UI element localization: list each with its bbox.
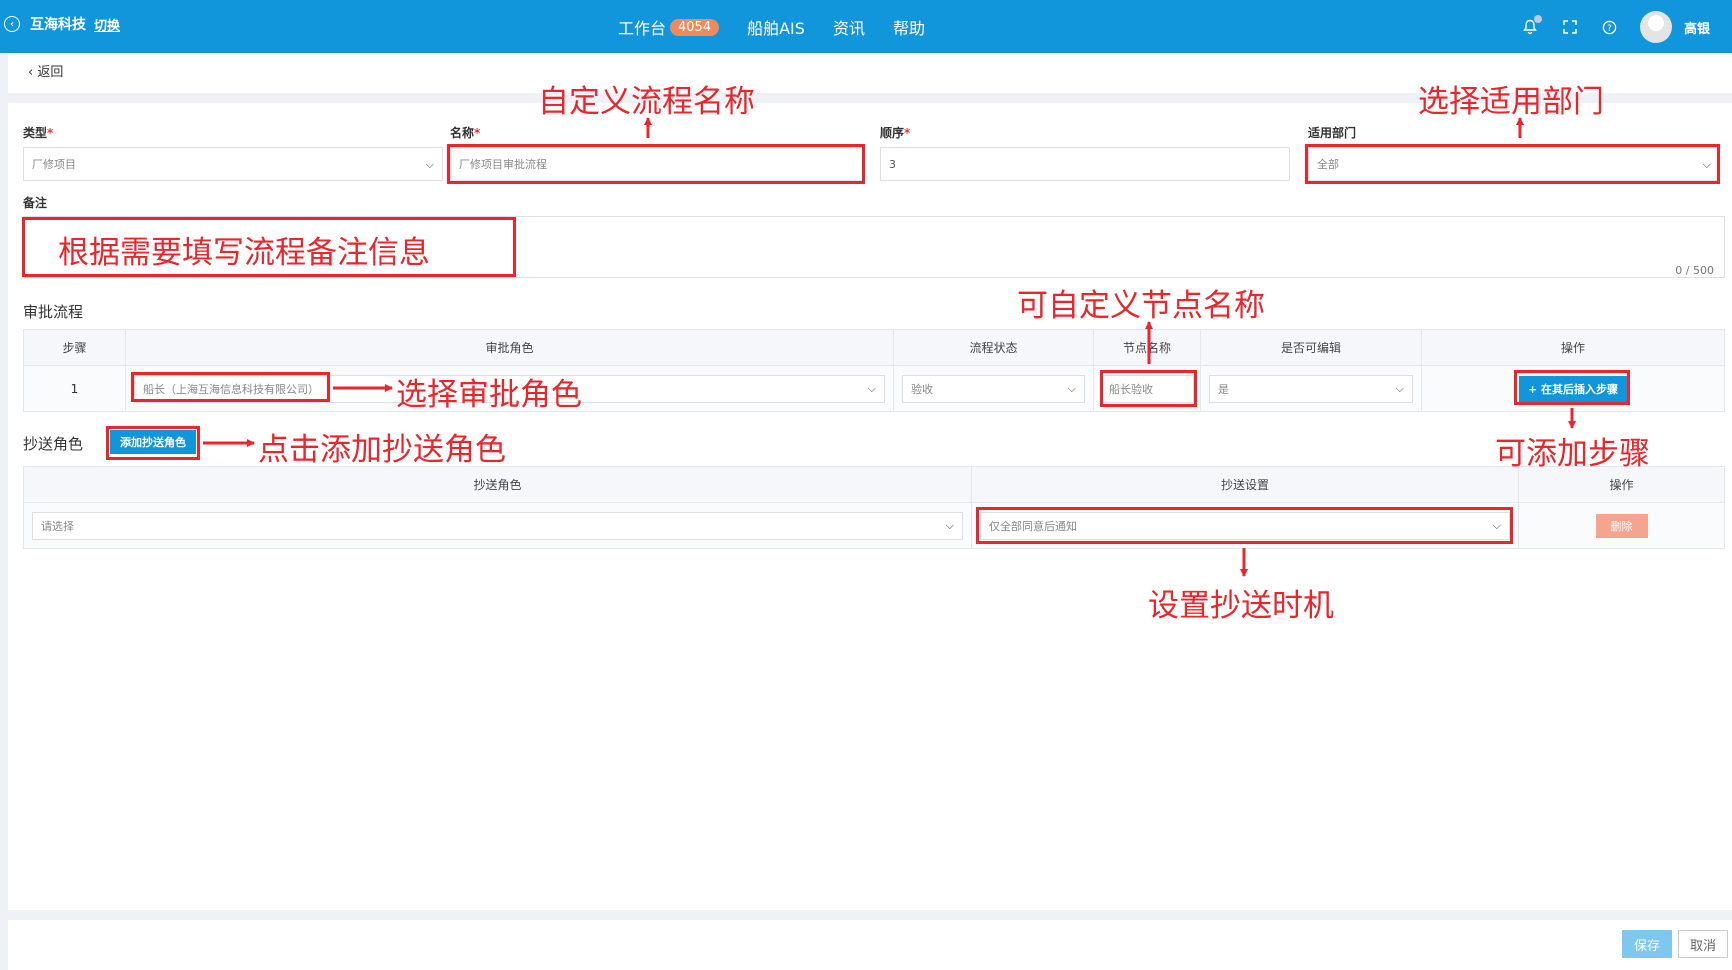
order-value: 3: [889, 157, 896, 171]
annotation-box-node: [1100, 370, 1197, 407]
chevron-down-icon: ⌵: [1395, 381, 1404, 395]
order-label: 顺序*: [880, 126, 911, 140]
annotation-box-cc-setting: [976, 507, 1513, 544]
avatar[interactable]: [1639, 11, 1672, 43]
chevron-down-icon: ⌵: [867, 381, 876, 395]
switch-link[interactable]: 切换: [94, 15, 120, 34]
order-label-text: 顺序: [880, 126, 905, 140]
type-label: 类型*: [23, 126, 54, 140]
cc-role-value: 请选择: [41, 519, 74, 533]
editable-value: 是: [1218, 382, 1229, 396]
col-step: 步骤: [23, 329, 126, 366]
cancel-button[interactable]: 取消: [1678, 930, 1728, 958]
dept-label: 适用部门: [1308, 126, 1357, 140]
brand-logo[interactable]: ‹ 互海科技 切换: [4, 14, 120, 34]
nav-ais[interactable]: 船舶AIS: [747, 15, 805, 39]
annotation-node-text: 可自定义节点名称: [1017, 288, 1265, 324]
annotation-cc-timing-text: 设置抄送时机: [1148, 588, 1334, 624]
workbench-badge: 4054: [670, 18, 720, 36]
annotation-add-cc-text: 点击添加抄送角色: [258, 432, 506, 468]
approval-title: 审批流程: [23, 303, 84, 321]
chevron-down-icon: ⌵: [425, 158, 434, 171]
col-cc-role: 抄送角色: [23, 466, 972, 503]
status-value: 验收: [911, 382, 933, 396]
status-cell: 验收 ⌵: [893, 365, 1094, 412]
editable-cell: 是 ⌵: [1200, 365, 1422, 412]
col-cc-setting: 抄送设置: [971, 466, 1519, 503]
type-select[interactable]: 厂修项目 ⌵: [23, 147, 443, 181]
name-label-text: 名称: [450, 126, 475, 140]
annotation-add-step-text: 可添加步骤: [1495, 436, 1650, 472]
col-role: 审批角色: [125, 329, 894, 366]
annotation-role-text: 选择审批角色: [396, 377, 582, 413]
col-editable: 是否可编辑: [1200, 329, 1422, 366]
step-cell: 1: [23, 365, 126, 412]
remark-counter: 0 / 500: [1675, 264, 1714, 277]
col-status: 流程状态: [893, 329, 1094, 366]
order-input[interactable]: 3: [880, 147, 1290, 181]
nav-news[interactable]: 资讯: [833, 15, 865, 39]
nav-help[interactable]: 帮助: [893, 15, 925, 39]
annotation-dept-text: 选择适用部门: [1418, 84, 1604, 120]
back-link[interactable]: ‹ 返回: [28, 61, 63, 80]
main-nav: 工作台 4054 船舶AIS 资讯 帮助: [618, 15, 953, 39]
notification-dot: [1533, 15, 1542, 23]
annotation-box-name: [447, 144, 865, 184]
type-label-text: 类型: [23, 126, 48, 140]
name-label: 名称*: [450, 126, 481, 140]
status-select[interactable]: 验收 ⌵: [902, 374, 1085, 403]
annotation-box-insert: [1514, 370, 1630, 405]
chevron-down-icon: ⌵: [945, 518, 954, 532]
annotation-box-role: [131, 372, 330, 402]
cc-title: 抄送角色: [23, 435, 84, 453]
annotation-box-add-cc: [106, 426, 200, 460]
svg-text:?: ?: [1608, 22, 1612, 32]
remark-label: 备注: [23, 196, 48, 210]
col-node: 节点名称: [1093, 329, 1201, 366]
back-label: 返回: [37, 65, 64, 80]
annotation-box-dept: [1305, 144, 1720, 184]
help-icon[interactable]: ?: [1600, 17, 1620, 37]
brand-name: 互海科技: [30, 17, 86, 33]
back-circle-icon[interactable]: ‹: [4, 16, 20, 32]
bell-icon[interactable]: [1520, 15, 1542, 37]
footer-bar: 保存 取消: [8, 920, 1732, 970]
cc-role-cell: 请选择 ⌵: [23, 502, 972, 549]
cc-role-select[interactable]: 请选择 ⌵: [32, 511, 963, 540]
cc-action-cell: 删除: [1518, 502, 1725, 549]
chevron-down-icon: ⌵: [1067, 381, 1076, 395]
delete-button[interactable]: 删除: [1595, 513, 1648, 538]
nav-workbench-label: 工作台: [618, 19, 667, 38]
fullscreen-icon[interactable]: [1560, 17, 1580, 37]
save-button[interactable]: 保存: [1622, 930, 1672, 958]
editable-select[interactable]: 是 ⌵: [1209, 374, 1413, 403]
top-header: ‹ 互海科技 切换 工作台 4054 船舶AIS 资讯 帮助 ? 高银: [0, 0, 1732, 53]
username[interactable]: 高银: [1684, 18, 1710, 37]
nav-workbench[interactable]: 工作台 4054: [618, 15, 720, 39]
col-action: 操作: [1421, 329, 1725, 366]
annotation-name-text: 自定义流程名称: [538, 84, 755, 120]
header-actions: ? 高银: [1520, 10, 1732, 44]
annotation-remark-text: 根据需要填写流程备注信息: [58, 235, 430, 271]
type-value: 厂修项目: [32, 158, 76, 171]
